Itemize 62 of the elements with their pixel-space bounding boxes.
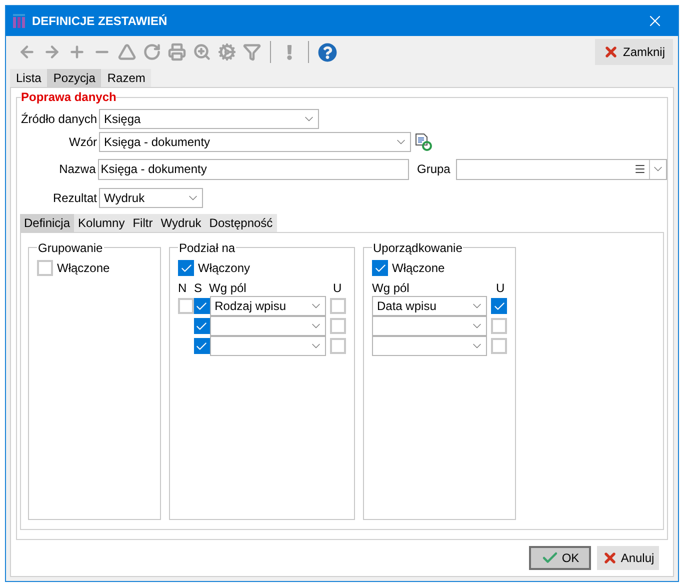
ok-button[interactable]: OK <box>529 546 591 570</box>
checkbox[interactable] <box>491 318 507 334</box>
column-header: Wg pól <box>372 280 410 297</box>
field-dropdown[interactable] <box>210 316 326 336</box>
field-dropdown[interactable]: Data wpisu <box>372 296 487 316</box>
column-header: U <box>496 280 505 297</box>
window-title: DEFINICJE ZESTAWIEŃ <box>32 13 168 30</box>
field-label: Rezultat <box>52 190 98 207</box>
tab[interactable]: Kolumny <box>74 214 129 232</box>
template-dropdown[interactable]: Księga - dokumenty <box>99 132 411 152</box>
list-icon <box>634 163 646 175</box>
column-header: U <box>333 280 342 297</box>
field-dropdown[interactable] <box>210 336 326 356</box>
field-label: Źródło danych <box>20 111 98 128</box>
result-dropdown[interactable]: Wydruk <box>99 188 203 208</box>
checkbox[interactable] <box>37 260 53 276</box>
checkbox-label: Włączony <box>198 260 250 277</box>
field-label: Nazwa <box>58 161 97 178</box>
checkbox[interactable] <box>178 260 194 276</box>
field-dropdown[interactable] <box>372 336 487 356</box>
checkbox[interactable] <box>194 298 210 314</box>
checkbox[interactable] <box>194 338 210 354</box>
checkbox[interactable] <box>194 318 210 334</box>
close-button[interactable]: Zamknij <box>594 39 673 65</box>
group-dropdown[interactable] <box>456 158 667 180</box>
field-dropdown[interactable] <box>372 316 487 336</box>
checkbox[interactable] <box>178 298 194 314</box>
check-icon <box>195 300 208 312</box>
tab[interactable]: Filtr <box>128 214 157 232</box>
document-refresh-icon[interactable] <box>414 133 432 151</box>
column-header: S <box>194 280 204 297</box>
check-icon <box>195 320 208 332</box>
tab[interactable]: Razem <box>101 69 152 87</box>
check-icon <box>492 300 506 312</box>
close-icon <box>602 44 619 60</box>
cancel-button[interactable]: Anuluj <box>597 546 659 570</box>
checkbox-label: Włączone <box>392 260 445 277</box>
tab[interactable]: Dostępność <box>205 214 277 232</box>
checkbox[interactable] <box>330 338 346 354</box>
tab[interactable]: Definicja <box>20 214 74 232</box>
checkbox[interactable] <box>491 298 507 314</box>
checkbox[interactable] <box>372 260 388 276</box>
column-header: Wg pól <box>209 280 248 297</box>
tab[interactable]: Lista <box>10 69 48 87</box>
check-icon <box>195 340 208 352</box>
cancel-icon <box>602 550 618 566</box>
field-label: Wzór <box>68 134 98 151</box>
checkbox[interactable] <box>491 338 507 354</box>
field-label: Grupa <box>416 161 452 178</box>
check-icon <box>180 262 192 274</box>
tab[interactable]: Wydruk <box>156 214 206 232</box>
section-title: Poprawa danych <box>21 89 116 105</box>
name-field[interactable]: Księga - dokumenty <box>98 158 409 180</box>
source-dropdown[interactable]: Księga <box>99 109 319 129</box>
app-icon <box>12 14 26 28</box>
checkbox[interactable] <box>330 298 346 314</box>
checkbox-label: Włączone <box>57 260 110 277</box>
column-header: N <box>178 280 188 297</box>
check-icon <box>374 262 386 274</box>
field-dropdown[interactable]: Rodzaj wpisu <box>210 296 326 316</box>
checkbox[interactable] <box>330 318 346 334</box>
tab[interactable]: Pozycja <box>47 69 102 87</box>
